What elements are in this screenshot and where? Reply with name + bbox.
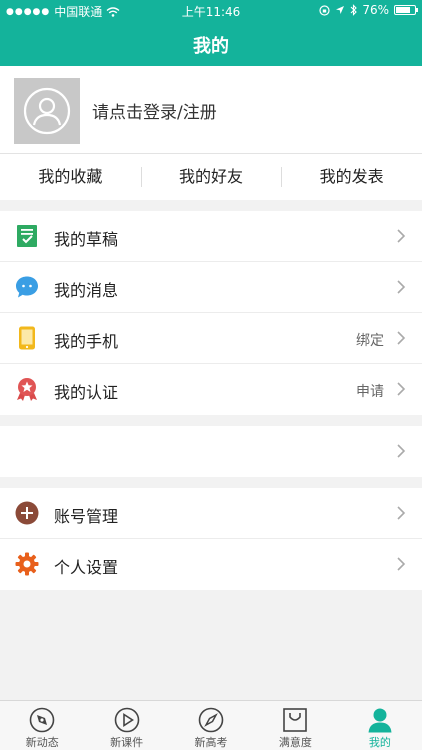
chevron-right-icon bbox=[397, 444, 406, 458]
menu-item-certification[interactable]: 我的认证 申请 bbox=[0, 364, 422, 415]
tab-gaokao[interactable]: 新高考 bbox=[169, 701, 253, 750]
menu-item-messages[interactable]: 我的消息 bbox=[0, 262, 422, 313]
apply-certification-link[interactable]: 申请 bbox=[356, 381, 384, 401]
avatar[interactable] bbox=[14, 78, 80, 144]
tab-label: 新课件 bbox=[110, 736, 144, 749]
tab-posts[interactable]: 我的发表 bbox=[281, 154, 422, 200]
menu-item-label: 我的手机 bbox=[54, 332, 119, 351]
battery-fill bbox=[396, 7, 410, 13]
default-avatar-icon bbox=[23, 87, 71, 135]
battery-percent: 76% bbox=[362, 3, 389, 17]
menu-item-personal-settings[interactable]: 个人设置 bbox=[0, 539, 422, 590]
tab-satisfaction[interactable]: 满意度 bbox=[253, 701, 337, 750]
tab-label: 我的 bbox=[368, 736, 391, 749]
chevron-right-icon bbox=[397, 506, 406, 520]
message-icon bbox=[16, 276, 38, 298]
bottom-tab-bar: 新动态 新课件 新高考 满意度 我的 bbox=[0, 700, 422, 750]
menu-group-blank bbox=[0, 426, 422, 477]
account-plus-icon bbox=[15, 501, 39, 525]
bluetooth-icon bbox=[350, 4, 358, 16]
profile-login-row[interactable]: 请点击登录/注册 bbox=[0, 66, 422, 154]
tab-courseware[interactable]: 新课件 bbox=[84, 701, 168, 750]
location-icon bbox=[336, 6, 345, 14]
person-icon bbox=[368, 708, 392, 733]
tab-label: 新高考 bbox=[194, 736, 228, 749]
status-bar: ●●●●● 中国联通 上午11:46 76% bbox=[0, 0, 422, 22]
tab-mine[interactable]: 我的 bbox=[338, 701, 422, 750]
certification-icon bbox=[17, 378, 37, 401]
menu-item-drafts[interactable]: 我的草稿 bbox=[0, 211, 422, 262]
bag-icon bbox=[283, 708, 308, 732]
settings-gear-icon bbox=[15, 552, 39, 576]
chevron-right-icon bbox=[397, 382, 406, 396]
play-icon bbox=[114, 707, 139, 733]
chevron-right-icon bbox=[397, 331, 406, 345]
menu-item-label: 我的消息 bbox=[54, 281, 119, 300]
chevron-right-icon bbox=[397, 229, 406, 243]
news-icon bbox=[29, 707, 55, 733]
tab-label: 满意度 bbox=[278, 736, 312, 749]
menu-item-account-management[interactable]: 账号管理 bbox=[0, 488, 422, 539]
menu-item-phone[interactable]: 我的手机 绑定 bbox=[0, 313, 422, 364]
chevron-right-icon bbox=[397, 557, 406, 571]
profile-tabs: 我的收藏 我的好友 我的发表 bbox=[0, 154, 422, 200]
menu-item-label: 个人设置 bbox=[54, 558, 119, 577]
compass-icon bbox=[198, 707, 224, 733]
menu-item-blank[interactable] bbox=[0, 426, 422, 477]
header: ●●●●● 中国联通 上午11:46 76% 我的 bbox=[0, 0, 422, 66]
page-title: 我的 bbox=[193, 36, 229, 57]
draft-icon bbox=[17, 225, 37, 247]
menu-group-personal: 我的草稿 我的消息 我的手机 绑定 我的认证 申请 bbox=[0, 211, 422, 415]
login-register-link[interactable]: 请点击登录/注册 bbox=[92, 98, 217, 123]
menu-item-label: 我的草稿 bbox=[54, 230, 119, 249]
bind-phone-link[interactable]: 绑定 bbox=[356, 330, 384, 350]
menu-group-account: 账号管理 个人设置 bbox=[0, 488, 422, 590]
tab-news[interactable]: 新动态 bbox=[0, 701, 84, 750]
tab-label: 新动态 bbox=[25, 736, 59, 749]
chevron-right-icon bbox=[397, 280, 406, 294]
tab-favorites[interactable]: 我的收藏 bbox=[0, 154, 141, 200]
tab-friends[interactable]: 我的好友 bbox=[140, 154, 282, 200]
menu-item-label: 我的认证 bbox=[54, 383, 119, 402]
phone-icon bbox=[19, 326, 35, 350]
menu-item-label: 账号管理 bbox=[54, 507, 119, 526]
battery-icon bbox=[394, 5, 418, 15]
orientation-lock-icon bbox=[319, 4, 330, 16]
